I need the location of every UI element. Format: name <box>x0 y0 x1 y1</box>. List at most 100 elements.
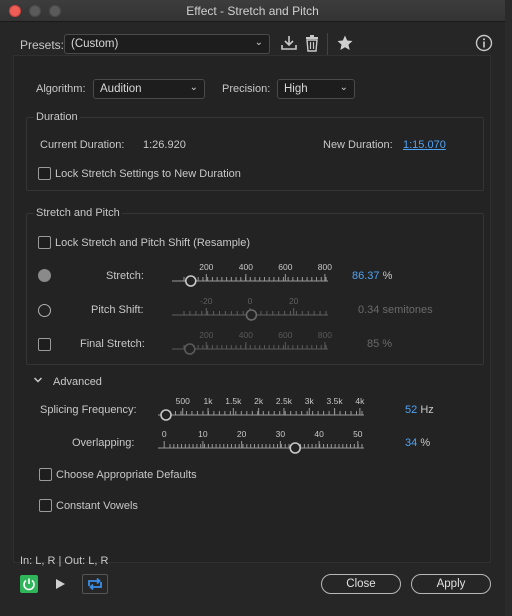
title-bar: Effect - Stretch and Pitch <box>0 0 505 22</box>
apply-button[interactable]: Apply <box>411 574 491 594</box>
stretch-unit: % <box>382 270 393 282</box>
slider-graphic: 0 10 20 30 40 50 <box>158 429 364 454</box>
presets-value: (Custom) <box>71 38 119 50</box>
slider-tick-label: 10 <box>198 429 208 439</box>
stretch-slider[interactable]: 200 400 600 800 <box>172 262 332 288</box>
pitch-shift-slider[interactable]: -20 0 20 <box>172 296 328 322</box>
slider-graphic: 500 1k 1.5k 2k 2.5k 3k 3.5k 4k <box>158 396 365 421</box>
precision-value: High <box>284 83 308 95</box>
overlapping-slider[interactable]: 0 10 20 30 40 50 <box>158 429 364 455</box>
toolbar-divider <box>327 33 328 55</box>
save-preset-icon[interactable] <box>280 34 298 52</box>
slider-tick-label: 800 <box>318 262 332 272</box>
stretch-label: Stretch: <box>106 270 144 282</box>
background-window-edge <box>505 0 512 616</box>
lock-stretch-pitch-checkbox[interactable] <box>38 236 51 249</box>
slider-tick-label: 20 <box>289 296 299 306</box>
slider-graphic: -20 0 20 <box>172 296 328 321</box>
stretch-pitch-group-title: Stretch and Pitch <box>34 207 122 219</box>
slider-tick-label: 200 <box>199 330 213 340</box>
constant-vowels-checkbox[interactable] <box>39 499 52 512</box>
info-icon[interactable] <box>475 34 493 52</box>
loop-icon <box>88 577 102 591</box>
slider-tick-label: 50 <box>353 429 363 439</box>
current-duration-value: 1:26.920 <box>143 139 186 151</box>
new-duration-value[interactable]: 1:15.070 <box>403 139 446 151</box>
slider-tick-label: 800 <box>318 330 332 340</box>
splicing-frequency-slider[interactable]: 500 1k 1.5k 2k 2.5k 3k 3.5k 4k <box>158 396 365 422</box>
slider-tick-label: 1k <box>204 396 214 406</box>
pitch-shift-label: Pitch Shift: <box>91 304 144 316</box>
final-stretch-checkbox[interactable] <box>38 338 51 351</box>
stretch-radio[interactable] <box>38 269 51 282</box>
effect-dialog: Presets: (Custom) ⌄ Algorithm: Audition … <box>0 22 505 616</box>
slider-tick-label: 20 <box>237 429 247 439</box>
slider-tick-label: 40 <box>314 429 324 439</box>
chevron-down-icon: ⌄ <box>189 82 198 93</box>
stretch-value[interactable]: 86.37 <box>352 270 380 282</box>
overlapping-label: Overlapping: <box>72 437 135 449</box>
overlapping-value[interactable]: 34 <box>405 437 417 449</box>
slider-tick-label: 1.5k <box>225 396 242 406</box>
window-title: Effect - Stretch and Pitch <box>186 4 319 18</box>
delete-preset-icon[interactable] <box>304 34 320 52</box>
slider-tick-label: 500 <box>176 396 190 406</box>
slider-tick-label: 400 <box>239 330 253 340</box>
slider-tick-label: 3k <box>305 396 315 406</box>
slider-tick-label: 0 <box>162 429 167 439</box>
splicing-frequency-unit: Hz <box>420 404 434 416</box>
slider-tick-label: 2k <box>254 396 264 406</box>
pitch-shift-value: 0.34 semitones <box>358 304 433 316</box>
slider-graphic: 200 400 600 800 <box>172 330 332 355</box>
slider-tick-label: 600 <box>278 330 292 340</box>
play-icon <box>56 579 65 589</box>
chevron-down-icon: ⌄ <box>339 82 348 93</box>
presets-label: Presets: <box>20 38 65 52</box>
slider-knob <box>289 442 301 454</box>
new-duration-label: New Duration: <box>323 139 393 151</box>
slider-tick-label: 200 <box>199 262 213 272</box>
chevron-down-icon[interactable] <box>33 375 43 385</box>
splicing-frequency-value[interactable]: 52 <box>405 404 417 416</box>
precision-dropdown[interactable]: High ⌄ <box>277 79 355 99</box>
slider-graphic: 200 400 600 800 <box>172 262 332 287</box>
loop-toggle-button[interactable] <box>82 574 108 594</box>
lock-stretch-pitch-label: Lock Stretch and Pitch Shift (Resample) <box>55 237 251 249</box>
close-button[interactable]: Close <box>321 574 401 594</box>
advanced-toggle[interactable]: Advanced <box>53 376 102 388</box>
slider-tick-label: 2.5k <box>276 396 293 406</box>
chevron-down-icon: ⌄ <box>254 37 263 48</box>
duration-group-title: Duration <box>34 111 80 123</box>
overlapping-unit: % <box>420 437 431 449</box>
channel-routing-text: In: L, R | Out: L, R <box>20 555 109 567</box>
favorite-star-icon[interactable] <box>336 34 354 52</box>
algorithm-label: Algorithm: <box>36 83 86 95</box>
choose-defaults-checkbox[interactable] <box>39 468 52 481</box>
choose-defaults-label: Choose Appropriate Defaults <box>56 469 197 481</box>
slider-tick-label: 0 <box>248 296 253 306</box>
current-duration-label: Current Duration: <box>40 139 125 151</box>
power-icon <box>23 578 35 591</box>
slider-knob <box>160 409 172 421</box>
pitch-shift-radio[interactable] <box>38 304 51 317</box>
slider-knob <box>245 309 258 321</box>
precision-label: Precision: <box>222 83 271 95</box>
slider-knob <box>184 275 197 287</box>
final-stretch-slider: 200 400 600 800 <box>172 330 332 356</box>
lock-stretch-duration-checkbox[interactable] <box>38 167 51 180</box>
algorithm-value: Audition <box>100 83 142 95</box>
algorithm-dropdown[interactable]: Audition ⌄ <box>93 79 205 99</box>
slider-tick-label: 30 <box>276 429 286 439</box>
slider-tick-label: 3.5k <box>327 396 344 406</box>
splicing-frequency-label: Splicing Frequency: <box>40 404 137 416</box>
slider-knob <box>183 343 196 355</box>
final-stretch-value: 85 % <box>367 338 393 350</box>
slider-tick-label: 600 <box>278 262 292 272</box>
slider-tick-label: -20 <box>200 296 213 306</box>
power-toggle-button[interactable] <box>20 575 38 593</box>
slider-tick-label: 4k <box>355 396 365 406</box>
slider-tick-label: 400 <box>239 262 253 272</box>
presets-dropdown[interactable]: (Custom) ⌄ <box>64 34 270 54</box>
play-button[interactable] <box>53 577 67 591</box>
final-stretch-label: Final Stretch: <box>80 338 145 350</box>
